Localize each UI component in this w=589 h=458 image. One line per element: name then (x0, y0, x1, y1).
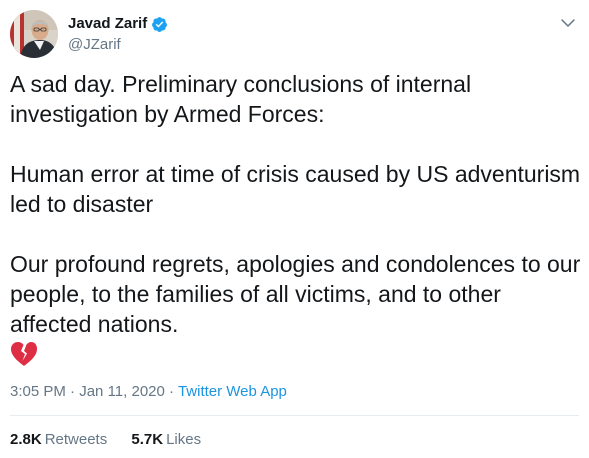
likes-label: Likes (166, 431, 202, 448)
author-names: Javad Zarif @JZarif (68, 14, 168, 55)
tweet-meta: 3:05 PM · Jan 11, 2020 · Twitter Web App (10, 382, 287, 402)
tweet-paragraph: A sad day. Preliminary conclusions of in… (10, 71, 472, 127)
retweets-stat[interactable]: 2.8K Retweets (10, 430, 107, 450)
tweet-source-link[interactable]: Twitter Web App (178, 383, 287, 400)
chevron-down-icon[interactable] (559, 14, 577, 32)
retweets-label: Retweets (44, 431, 108, 448)
tweet-header: Javad Zarif @JZarif (10, 10, 579, 62)
verified-badge-icon (151, 16, 168, 33)
broken-heart-icon (10, 341, 38, 367)
tweet-date[interactable]: Jan 11, 2020 (79, 383, 165, 400)
retweets-count: 2.8K (10, 431, 42, 448)
author-handle[interactable]: @JZarif (68, 35, 168, 55)
tweet-paragraph: Our profound regrets, apologies and cond… (10, 251, 581, 337)
tweet-time[interactable]: 3:05 PM (10, 383, 66, 400)
display-name[interactable]: Javad Zarif (68, 14, 147, 34)
avatar[interactable] (10, 10, 58, 58)
meta-separator: · (70, 383, 76, 400)
display-name-row: Javad Zarif (68, 14, 168, 34)
likes-count: 5.7K (131, 431, 164, 448)
avatar-photo (10, 10, 58, 58)
meta-separator: · (169, 383, 175, 400)
tweet-stats: 2.8K Retweets 5.7K Likes (10, 430, 221, 450)
tweet-card: Javad Zarif @JZarif A sad day. Prelimina… (0, 0, 589, 458)
tweet-text: A sad day. Preliminary conclusions of in… (10, 69, 585, 367)
likes-stat[interactable]: 5.7K Likes (131, 430, 201, 450)
tweet-paragraph: Human error at time of crisis caused by … (10, 161, 581, 217)
divider (10, 415, 579, 416)
